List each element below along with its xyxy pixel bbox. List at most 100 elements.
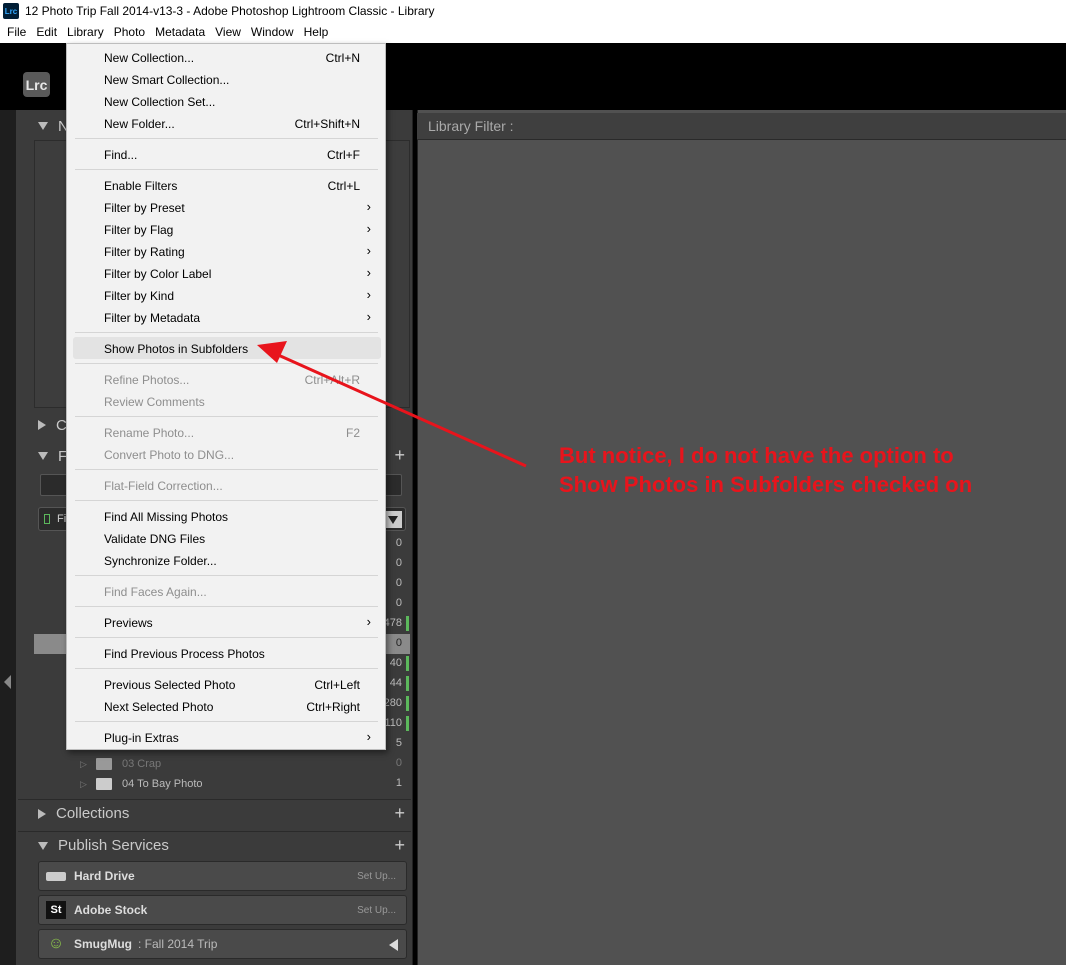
publish-service-hard-drive[interactable]: Hard Drive Set Up... — [38, 861, 407, 891]
menu-item-label: Next Selected Photo — [104, 700, 214, 714]
submenu-chevron-icon: › — [366, 221, 371, 236]
folder-online-indicator — [406, 716, 409, 731]
menu-item-previews[interactable]: Previews › — [67, 611, 385, 633]
menu-file[interactable]: File — [2, 22, 31, 43]
menu-metadata[interactable]: Metadata — [150, 22, 210, 43]
publish-service-adobe-stock[interactable]: St Adobe Stock Set Up... — [38, 895, 407, 925]
collapse-left-triangle-icon[interactable] — [389, 939, 398, 951]
folder-icon — [96, 758, 112, 770]
menu-help[interactable]: Help — [299, 22, 334, 43]
menu-item-filter-by-flag[interactable]: Filter by Flag › — [67, 218, 385, 240]
menu-item-label: Refine Photos... — [104, 373, 190, 387]
library-filter-bar: Library Filter : — [417, 113, 1066, 140]
add-publish-service-plus-icon[interactable]: + — [394, 835, 405, 856]
menu-separator — [75, 637, 378, 638]
publish-services-panel-header[interactable]: Publish Services + — [18, 831, 411, 859]
annotation-line-2: Show Photos in Subfolders checked on — [559, 472, 973, 497]
submenu-chevron-icon: › — [366, 729, 371, 744]
menu-item-label: Filter by Metadata — [104, 311, 201, 325]
volume-dropdown-icon[interactable] — [384, 511, 402, 528]
menu-item-label: New Collection... — [104, 51, 195, 65]
menu-separator — [75, 138, 378, 139]
submenu-chevron-icon: › — [366, 309, 371, 324]
menu-item-filter-by-color-label[interactable]: Filter by Color Label › — [67, 262, 385, 284]
submenu-chevron-icon: › — [366, 287, 371, 302]
folder-count: 0 — [395, 757, 402, 769]
menu-item-review-comments[interactable]: Review Comments — [67, 390, 385, 412]
menu-item-label: Convert Photo to DNG... — [104, 448, 235, 462]
menu-item-show-photos-in-subfolders[interactable]: Show Photos in Subfolders — [73, 337, 381, 359]
hard-drive-icon — [46, 867, 66, 885]
menu-item-convert-photo-to-dng[interactable]: Convert Photo to DNG... — [67, 443, 385, 465]
folder-expand-icon[interactable]: ▷ — [80, 779, 87, 790]
menu-item-find-faces-again[interactable]: Find Faces Again... — [67, 580, 385, 602]
menu-edit[interactable]: Edit — [31, 22, 62, 43]
menu-library[interactable]: Library — [62, 22, 109, 43]
menu-item-new-collection[interactable]: New Collection... Ctrl+N — [67, 46, 385, 68]
menu-item-previous-selected-photo[interactable]: Previous Selected Photo Ctrl+Left — [67, 673, 385, 695]
menu-photo[interactable]: Photo — [109, 22, 150, 43]
add-folder-plus-icon[interactable]: + — [394, 445, 405, 466]
publish-services-header-label: Publish Services — [58, 837, 169, 854]
menu-item-new-folder[interactable]: New Folder... Ctrl+Shift+N — [67, 112, 385, 134]
menu-item-shortcut: Ctrl+L — [327, 179, 360, 193]
folder-expand-icon[interactable]: ▷ — [80, 759, 87, 770]
menu-item-filter-by-metadata[interactable]: Filter by Metadata › — [67, 306, 385, 328]
menu-separator — [75, 416, 378, 417]
lightroom-logo: Lrc — [23, 72, 50, 97]
menu-item-shortcut: Ctrl+N — [325, 51, 360, 65]
collapse-left-arrow-icon[interactable] — [4, 675, 11, 689]
menu-item-label: Flat-Field Correction... — [104, 479, 223, 493]
menu-item-plug-in-extras[interactable]: Plug-in Extras › — [67, 726, 385, 748]
menu-item-rename-photo[interactable]: Rename Photo... F2 — [67, 421, 385, 443]
menu-separator — [75, 363, 378, 364]
menu-view[interactable]: View — [210, 22, 246, 43]
menu-item-enable-filters[interactable]: Enable Filters Ctrl+L — [67, 174, 385, 196]
menu-item-label: Filter by Flag — [104, 223, 174, 237]
grid-view-area[interactable] — [417, 110, 1066, 965]
menu-item-flat-field-correction[interactable]: Flat-Field Correction... — [67, 474, 385, 496]
smugmug-icon: ☺ — [47, 935, 65, 952]
menu-item-find-all-missing-photos[interactable]: Find All Missing Photos — [67, 505, 385, 527]
menu-item-find[interactable]: Find... Ctrl+F — [67, 143, 385, 165]
collections-panel-header[interactable]: Collections + — [18, 799, 411, 827]
adobe-stock-icon: St — [46, 901, 66, 919]
menu-item-label: Filter by Preset — [104, 201, 185, 215]
menu-item-find-previous-process-photos[interactable]: Find Previous Process Photos — [67, 642, 385, 664]
menu-item-filter-by-preset[interactable]: Filter by Preset › — [67, 196, 385, 218]
menu-separator — [75, 668, 378, 669]
folder-row[interactable]: ▷ 03 Crap 0 — [34, 754, 410, 774]
folder-count: 280 — [383, 697, 402, 709]
annotation-line-1: But notice, I do not have the option to — [559, 443, 954, 468]
left-panel-edge[interactable] — [0, 110, 16, 965]
title-bar: Lrc 12 Photo Trip Fall 2014-v13-3 - Adob… — [0, 0, 1066, 22]
menu-item-refine-photos[interactable]: Refine Photos... Ctrl+Alt+R — [67, 368, 385, 390]
menu-item-label: Review Comments — [104, 395, 205, 409]
menu-item-shortcut: Ctrl+F — [327, 148, 360, 162]
menu-separator — [75, 169, 378, 170]
menu-item-label: New Smart Collection... — [104, 73, 230, 87]
menu-item-new-collection-set[interactable]: New Collection Set... — [67, 90, 385, 112]
collapse-triangle-icon — [38, 808, 46, 819]
menu-window[interactable]: Window — [246, 22, 299, 43]
set-up-link[interactable]: Set Up... — [357, 871, 396, 882]
lightroom-app-icon: Lrc — [3, 3, 19, 19]
menu-item-filter-by-rating[interactable]: Filter by Rating › — [67, 240, 385, 262]
folder-online-indicator — [406, 696, 409, 711]
folder-count: 110 — [384, 717, 402, 729]
menu-item-label: Find... — [104, 148, 138, 162]
add-collection-plus-icon[interactable]: + — [394, 803, 405, 824]
menu-item-next-selected-photo[interactable]: Next Selected Photo Ctrl+Right — [67, 695, 385, 717]
menu-item-filter-by-kind[interactable]: Filter by Kind › — [67, 284, 385, 306]
submenu-chevron-icon: › — [366, 243, 371, 258]
set-up-link[interactable]: Set Up... — [357, 905, 396, 916]
menu-item-new-smart-collection[interactable]: New Smart Collection... — [67, 68, 385, 90]
menu-separator — [75, 500, 378, 501]
submenu-chevron-icon: › — [366, 199, 371, 214]
menu-item-synchronize-folder[interactable]: Synchronize Folder... — [67, 549, 385, 571]
publish-service-smugmug[interactable]: ☺ SmugMug : Fall 2014 Trip — [38, 929, 407, 959]
folder-count: 478 — [383, 617, 402, 629]
folder-row[interactable]: ▷ 04 To Bay Photo 1 — [34, 774, 410, 794]
submenu-chevron-icon: › — [366, 265, 371, 280]
menu-item-validate-dng-files[interactable]: Validate DNG Files — [67, 527, 385, 549]
